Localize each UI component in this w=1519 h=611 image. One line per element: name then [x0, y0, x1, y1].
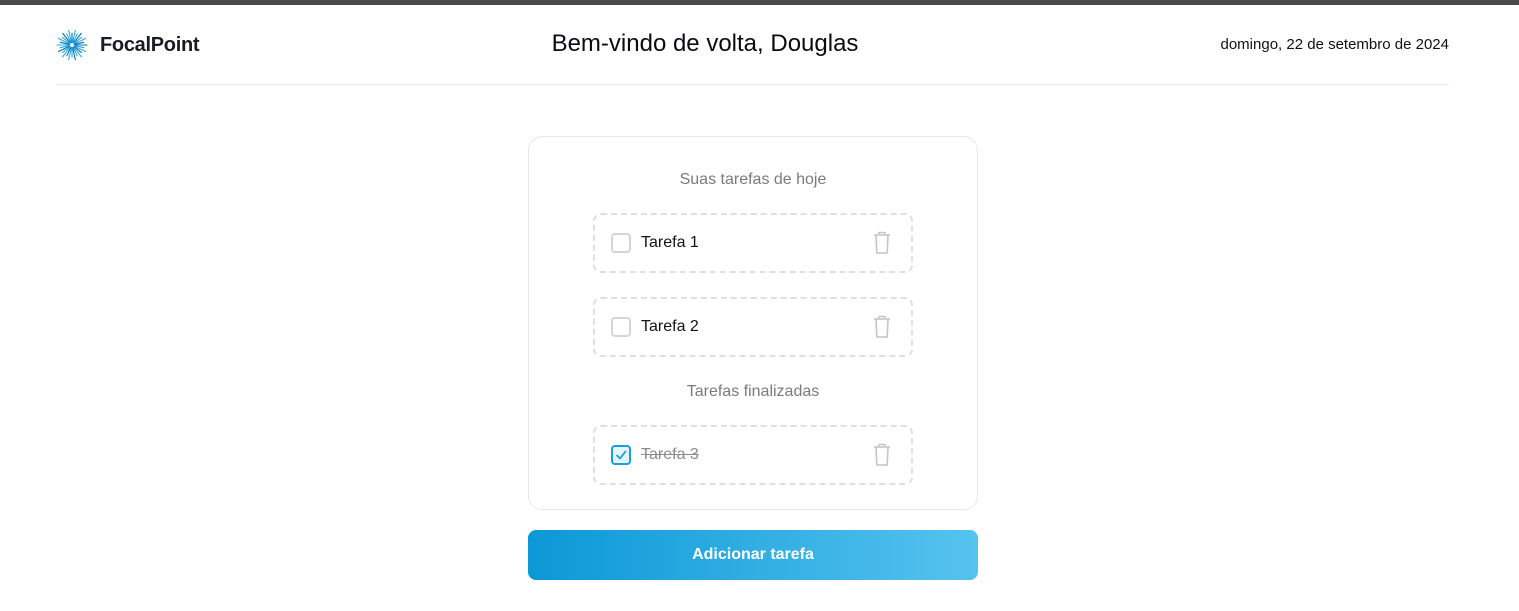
brand-name: FocalPoint — [100, 33, 200, 56]
brand[interactable]: FocalPoint — [56, 28, 200, 62]
check-icon — [616, 450, 627, 460]
today-tasks-title: Suas tarefas de hoje — [679, 171, 827, 188]
task-checkbox-checked[interactable] — [611, 445, 631, 465]
task-label: Tarefa 3 — [641, 446, 699, 463]
current-date: domingo, 22 de setembro de 2024 — [1220, 36, 1450, 53]
finished-tasks-title: Tarefas finalizadas — [686, 383, 820, 400]
task-item: Tarefa 2 — [593, 297, 913, 357]
task-label: Tarefa 2 — [641, 318, 699, 335]
task-item-finished: Tarefa 3 — [593, 425, 913, 485]
welcome-message: Bem-vindo de volta, Douglas — [551, 30, 859, 57]
task-card: Suas tarefas de hoje Tarefa 1 Tarefa 2 T… — [528, 136, 978, 510]
trash-icon[interactable] — [873, 443, 891, 467]
task-checkbox[interactable] — [611, 317, 631, 337]
starburst-logo-icon — [56, 29, 88, 61]
task-item: Tarefa 1 — [593, 213, 913, 273]
add-task-button[interactable]: Adicionar tarefa — [528, 530, 978, 580]
trash-icon[interactable] — [873, 231, 891, 255]
task-label: Tarefa 1 — [641, 234, 699, 251]
trash-icon[interactable] — [873, 315, 891, 339]
app-header: FocalPoint Bem-vindo de volta, Douglas d… — [56, 5, 1449, 85]
task-checkbox[interactable] — [611, 233, 631, 253]
